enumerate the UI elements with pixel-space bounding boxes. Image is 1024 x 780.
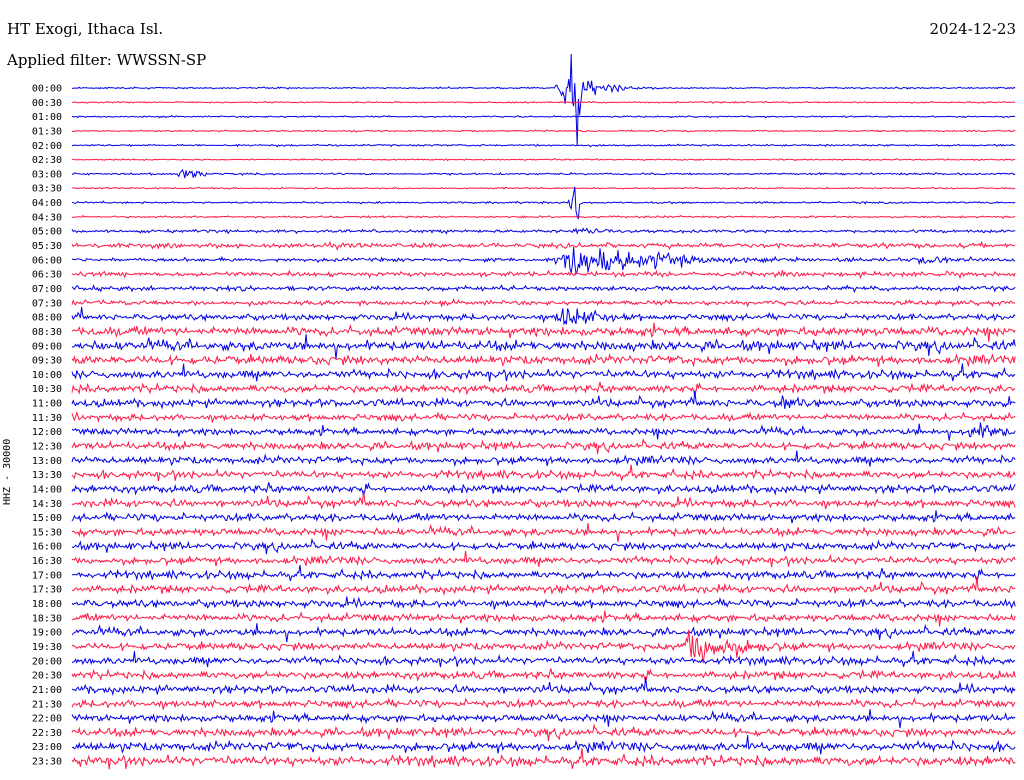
trace-row: [71, 748, 1016, 770]
trace-row: [71, 214, 1016, 219]
row-time-label: 17:00: [32, 570, 62, 581]
trace-row: [71, 186, 1016, 190]
trace-row: [71, 422, 1016, 441]
row-time-label: 20:00: [32, 656, 62, 667]
trace-row: [71, 576, 1016, 596]
row-time-label: 10:00: [32, 370, 62, 381]
trace-row: [71, 227, 1016, 235]
row-time-label: 08:00: [32, 313, 62, 324]
trace-row: [71, 450, 1016, 468]
row-time-label: 15:00: [32, 513, 62, 524]
trace-row: [71, 307, 1016, 326]
row-time-label: 10:30: [32, 384, 62, 395]
seismogram-traces: [71, 53, 1016, 770]
trace-row: [71, 709, 1016, 729]
row-time-label: 16:00: [32, 542, 62, 553]
trace-row: [71, 240, 1016, 251]
trace-row: [71, 735, 1016, 755]
trace-row: [71, 100, 1016, 105]
row-time-label: 03:00: [32, 169, 62, 180]
row-time-label: 06:30: [32, 270, 62, 281]
trace-row: [71, 523, 1016, 543]
row-time-label: 05:00: [32, 227, 62, 238]
trace-row: [71, 247, 1016, 276]
trace-row: [71, 284, 1016, 294]
trace-row: [71, 723, 1016, 742]
row-time-label: 13:30: [32, 470, 62, 481]
trace-row: [71, 352, 1016, 368]
trace-row: [71, 610, 1016, 627]
row-time-label: 11:30: [32, 413, 62, 424]
row-time-label: 14:30: [32, 499, 62, 510]
row-time-label: 06:00: [32, 255, 62, 266]
row-time-label: 22:00: [32, 714, 62, 725]
row-time-label: 04:30: [32, 212, 62, 223]
trace-row: [71, 482, 1016, 497]
trace-row: [71, 186, 1016, 220]
helicorder-plot: 00:00 00:30 01:00 01:30 02:00 02:30 03:00 03:30…: [32, 53, 1016, 770]
trace-row: [71, 697, 1016, 710]
trace-row: [71, 564, 1016, 583]
row-time-label: 16:30: [32, 556, 62, 567]
trace-row: [71, 157, 1016, 162]
row-time-label: 14:00: [32, 484, 62, 495]
trace-row: [71, 437, 1016, 454]
row-time-label: 12:00: [32, 427, 62, 438]
trace-row: [71, 168, 1016, 179]
trace-row: [71, 550, 1016, 567]
trace-row: [71, 668, 1016, 683]
row-time-label: 17:30: [32, 585, 62, 596]
trace-row: [71, 322, 1016, 342]
trace-row: [71, 363, 1016, 382]
row-time-label: 18:00: [32, 599, 62, 610]
trace-row: [71, 381, 1016, 397]
row-time-label: 02:00: [32, 141, 62, 152]
row-time-label: 00:00: [32, 84, 62, 95]
row-time-label: 04:00: [32, 198, 62, 209]
trace-row: [71, 334, 1016, 359]
trace-row: [71, 114, 1016, 119]
trace-row: [71, 650, 1016, 668]
row-time-label: 21:30: [32, 699, 62, 710]
row-time-label: 13:00: [32, 456, 62, 467]
trace-row: [71, 596, 1016, 610]
row-time-label: 09:00: [32, 341, 62, 352]
row-time-label: 21:00: [32, 685, 62, 696]
row-time-label: 18:30: [32, 613, 62, 624]
trace-row: [71, 129, 1016, 133]
row-time-label: 08:30: [32, 327, 62, 338]
row-time-label: 01:00: [32, 112, 62, 123]
row-time-label: 19:00: [32, 628, 62, 639]
trace-row: [71, 410, 1016, 424]
row-time-label: 01:30: [32, 126, 62, 137]
row-time-label: 00:30: [32, 98, 62, 109]
row-time-label: 07:30: [32, 298, 62, 309]
row-time-label: 11:00: [32, 399, 62, 410]
row-time-label: 07:00: [32, 284, 62, 295]
trace-row: [71, 490, 1016, 510]
trace-row: [71, 143, 1016, 148]
trace-row: [71, 269, 1016, 280]
row-time-label: 12:30: [32, 442, 62, 453]
trace-row: [71, 623, 1016, 643]
row-time-label: 02:30: [32, 155, 62, 166]
trace-row: [72, 53, 1016, 146]
trace-row: [71, 390, 1016, 410]
trace-row: [71, 510, 1016, 524]
time-labels: 00:00 00:30 01:00 01:30 02:00 02:30 03:00 03:30…: [32, 84, 62, 768]
row-time-label: 23:30: [32, 757, 62, 768]
trace-row: [71, 676, 1016, 697]
row-time-label: 05:30: [32, 241, 62, 252]
row-time-label: 23:00: [32, 742, 62, 753]
row-time-label: 20:30: [32, 671, 62, 682]
row-time-label: 15:30: [32, 527, 62, 538]
trace-row: [71, 537, 1016, 555]
row-time-label: 09:30: [32, 356, 62, 367]
row-time-label: 19:30: [32, 642, 62, 653]
row-time-label: 22:30: [32, 728, 62, 739]
row-time-label: 03:30: [32, 184, 62, 195]
trace-row: [71, 298, 1016, 308]
trace-row: [71, 464, 1016, 482]
